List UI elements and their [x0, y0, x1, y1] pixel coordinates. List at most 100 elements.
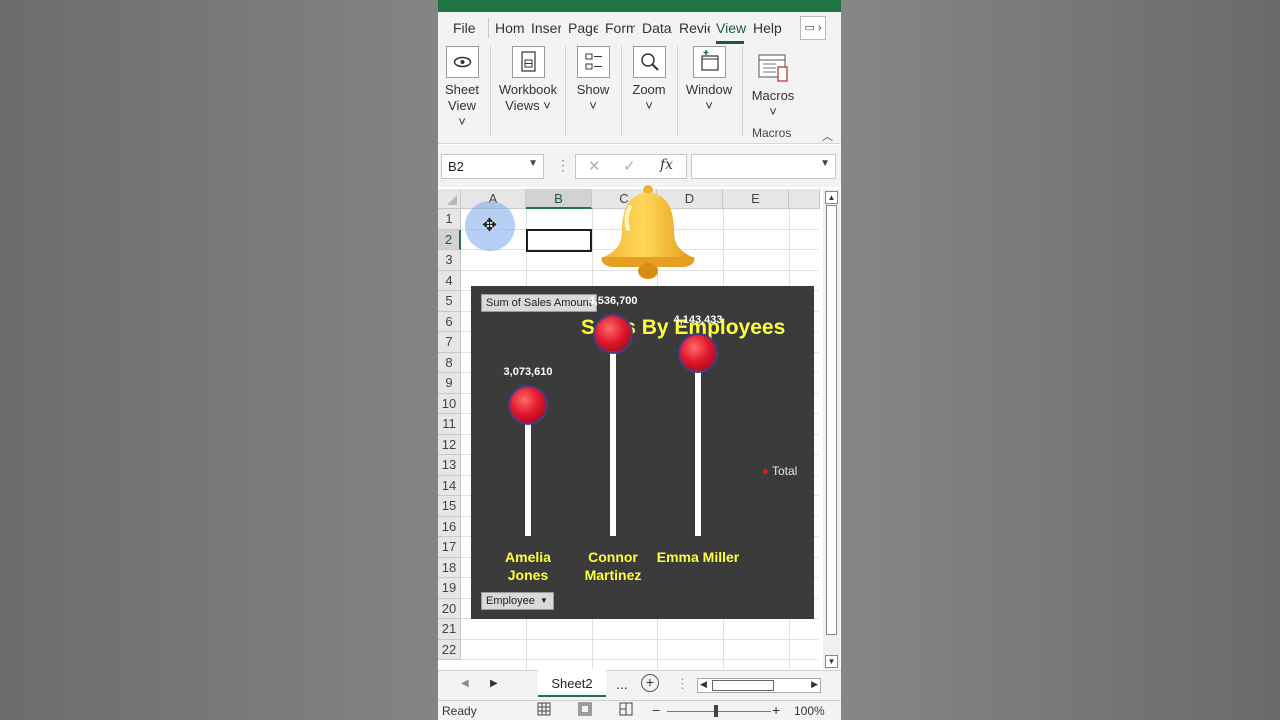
tab-divider [488, 18, 489, 38]
lollipop-stick[interactable] [610, 333, 616, 536]
tab-split-handle-icon[interactable]: ⋮ [676, 676, 689, 692]
tab-formulas[interactable]: Form [605, 20, 635, 36]
row-header-3[interactable]: 3 [438, 250, 461, 271]
zoom-in-icon[interactable]: + [772, 702, 780, 718]
lollipop-marker[interactable] [510, 387, 546, 424]
tab-view[interactable]: View [716, 20, 746, 36]
scroll-left-icon[interactable]: ◀ [700, 679, 707, 690]
window-label: Window [685, 82, 733, 97]
formula-bar-handle-icon[interactable]: ⋮ [556, 157, 570, 174]
scroll-tabs-right-icon[interactable]: ▶ [490, 678, 498, 689]
cell-cursor-icon: ✥ [482, 215, 498, 235]
sheet-view-button[interactable]: Sheet View ˅ [444, 46, 480, 130]
page-layout-icon[interactable] [578, 702, 592, 716]
scroll-tabs-left-icon[interactable]: ◀ [461, 678, 469, 689]
workbook-views-label-2: Views ˅ [505, 98, 551, 113]
worksheet-grid[interactable]: A B C D E 1 2 3 4 5 6 7 8 9 10 11 12 13 14 15 16 17 18 19 2… [438, 185, 841, 669]
row-header-5[interactable]: 5 [438, 291, 461, 312]
selected-cell-b2[interactable] [526, 229, 592, 252]
lollipop-marker[interactable] [595, 315, 631, 352]
normal-view-icon[interactable] [537, 702, 551, 716]
lollipop-marker[interactable] [680, 334, 716, 371]
window-button[interactable]: Window ˅ [684, 46, 734, 114]
background-right [841, 0, 1280, 720]
horizontal-scroll-thumb[interactable] [712, 680, 774, 691]
show-button[interactable]: Show ˅ [575, 46, 611, 114]
chevron-down-icon[interactable]: ▼ [528, 158, 538, 169]
employee-field-button[interactable]: Employee ▼ [481, 592, 554, 610]
lollipop-stick[interactable] [695, 352, 701, 536]
scroll-up-icon[interactable]: ▲ [825, 191, 838, 204]
row-header-11[interactable]: 11 [438, 414, 461, 435]
tab-file[interactable]: File [453, 20, 476, 36]
scroll-right-icon[interactable]: ▶ [811, 679, 818, 690]
employee-field-label: Employee [486, 595, 535, 607]
row-header-2[interactable]: 2 [438, 229, 461, 250]
horizontal-scrollbar[interactable]: ◀ ▶ [697, 678, 821, 693]
row-header-8[interactable]: 8 [438, 352, 461, 373]
comments-button[interactable]: ▭ › [800, 16, 826, 40]
data-label: 3,073,610 [503, 366, 553, 379]
name-box[interactable]: B2 ▼ [441, 154, 544, 179]
column-header-b[interactable]: B [526, 189, 592, 209]
select-all-button[interactable] [438, 189, 461, 209]
row-header-14[interactable]: 14 [438, 475, 461, 496]
formula-input[interactable]: ▼ [691, 154, 836, 179]
formula-buttons: ✕ ✓ fx [575, 154, 687, 179]
page-break-preview-icon[interactable] [619, 702, 633, 716]
sheet-tab-sheet2[interactable]: Sheet2 [538, 670, 606, 697]
row-header-15[interactable]: 15 [438, 496, 461, 517]
sheet-view-label-2: View ˅ [448, 98, 476, 129]
enter-icon[interactable]: ✓ [623, 157, 636, 175]
add-sheet-icon[interactable]: + [641, 674, 659, 692]
macros-button[interactable]: Macros ˅ [748, 46, 798, 120]
category-label: Amelia Jones [505, 549, 551, 583]
row-header-4[interactable]: 4 [438, 270, 461, 291]
filter-dropdown-icon[interactable]: ▼ [540, 596, 548, 605]
collapse-ribbon-icon[interactable]: ︿ [822, 128, 833, 144]
workbook-views-button[interactable]: Workbook Views ˅ [498, 46, 558, 114]
column-header-e[interactable]: E [723, 189, 789, 209]
scroll-down-icon[interactable]: ▼ [825, 655, 838, 668]
row-header-21[interactable]: 21 [438, 619, 461, 640]
row-header-7[interactable]: 7 [438, 332, 461, 353]
row-header-1[interactable]: 1 [438, 209, 461, 230]
tab-help[interactable]: Help [753, 20, 782, 36]
tab-data[interactable]: Data [642, 20, 672, 36]
row-header-20[interactable]: 20 [438, 598, 461, 619]
sheet-view-label-1: Sheet [445, 82, 479, 97]
zoom-level[interactable]: 100% [794, 704, 825, 718]
row-header-12[interactable]: 12 [438, 434, 461, 455]
zoom-button[interactable]: Zoom ˅ [631, 46, 667, 114]
lollipop-stick[interactable] [525, 405, 531, 536]
row-header-17[interactable]: 17 [438, 537, 461, 558]
row-header-22[interactable]: 22 [438, 639, 461, 660]
row-header-18[interactable]: 18 [438, 557, 461, 578]
insert-function-icon[interactable]: fx [660, 157, 673, 173]
zoom-slider[interactable] [667, 711, 771, 712]
row-header-16[interactable]: 16 [438, 516, 461, 537]
vertical-scroll-thumb[interactable] [826, 205, 837, 635]
pivot-chart[interactable]: Sum of Sales Amount Sales By Employees 3… [471, 286, 814, 619]
expand-formula-icon[interactable]: ▼ [820, 158, 830, 169]
cancel-icon[interactable]: ✕ [588, 157, 601, 175]
tab-insert[interactable]: Inser [531, 20, 561, 36]
more-sheets-button[interactable]: ... [616, 676, 628, 692]
zoom-out-icon[interactable]: − [652, 702, 660, 718]
tab-home[interactable]: Hom [495, 20, 525, 36]
gridline [461, 659, 819, 660]
bell-icon [598, 185, 698, 285]
data-label: 4,143,433 [673, 313, 723, 326]
row-header-10[interactable]: 10 [438, 393, 461, 414]
show-label: Show [576, 82, 610, 97]
row-header-6[interactable]: 6 [438, 311, 461, 332]
tab-page-layout[interactable]: Page [568, 20, 598, 36]
data-label: 4,536,700 [588, 294, 638, 307]
row-header-9[interactable]: 9 [438, 373, 461, 394]
row-header-13[interactable]: 13 [438, 455, 461, 476]
vertical-scrollbar[interactable]: ▲ ▼ [823, 189, 840, 669]
row-header-19[interactable]: 19 [438, 578, 461, 599]
zoom-slider-thumb[interactable] [714, 705, 718, 717]
column-header-f[interactable] [789, 189, 820, 209]
tab-review[interactable]: Revie [679, 20, 710, 36]
